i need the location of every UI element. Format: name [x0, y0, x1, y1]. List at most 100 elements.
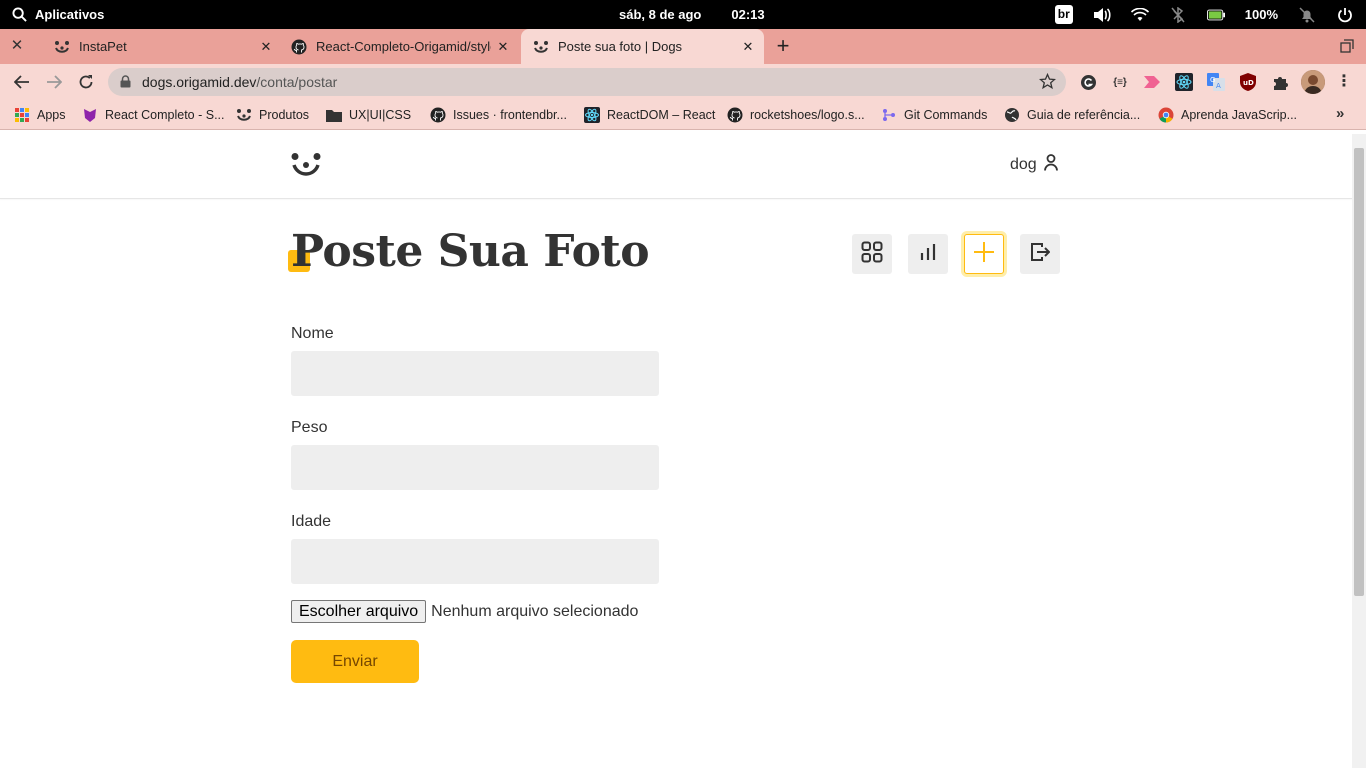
- svg-text:A: A: [1216, 82, 1221, 90]
- dog-favicon-icon: [54, 39, 70, 55]
- scrollbar-thumb[interactable]: [1354, 148, 1364, 596]
- search-icon: [10, 6, 28, 24]
- clock-time: 02:13: [731, 7, 765, 22]
- new-tab-plus-icon[interactable]: +: [773, 35, 793, 57]
- bookmark-label: ReactDOM – React: [607, 108, 716, 122]
- browser-menu-icon[interactable]: ⋮: [1335, 73, 1353, 91]
- battery-percent: 100%: [1244, 7, 1278, 22]
- web-viewport: dog Poste Sua Foto Nome Peso Idade Escol…: [0, 134, 1352, 768]
- logout-button[interactable]: [1020, 234, 1060, 274]
- tab-close-icon[interactable]: ✕: [258, 39, 274, 55]
- close-window-icon[interactable]: ✕: [9, 38, 25, 54]
- extension-json-icon[interactable]: {≡}: [1111, 73, 1129, 91]
- activities-button[interactable]: Aplicativos: [10, 0, 104, 29]
- system-top-bar: Aplicativos sáb, 8 de ago 02:13 br 100%: [0, 0, 1366, 29]
- bookmark-produtos[interactable]: Produtos: [236, 106, 309, 124]
- bookmark-label: Issues · frontendbr...: [453, 108, 567, 122]
- apps-grid-icon: [14, 107, 30, 123]
- choose-file-button[interactable]: Escolher arquivo: [291, 600, 427, 623]
- tab-close-icon[interactable]: ✕: [740, 39, 756, 55]
- extension-grammarly-icon[interactable]: [1079, 73, 1097, 91]
- user-account-link[interactable]: dog: [1010, 154, 1058, 176]
- bookmark-star-icon[interactable]: [1038, 72, 1057, 95]
- name-input[interactable]: [291, 351, 659, 396]
- url-host: dogs.origamid.dev: [142, 74, 257, 90]
- back-arrow-icon[interactable]: [10, 70, 34, 94]
- extension-react-devtools-icon[interactable]: [1175, 73, 1193, 91]
- bookmarks-overflow-chevron-icon[interactable]: »: [1336, 105, 1344, 122]
- folder-icon: [326, 107, 342, 123]
- apps-label: Aplicativos: [35, 7, 105, 22]
- bookmark-label: Aprenda JavaScrip...: [1181, 108, 1298, 122]
- extensions-puzzle-icon[interactable]: [1271, 73, 1289, 91]
- bookmark-reactdom[interactable]: ReactDOM – React: [584, 106, 715, 124]
- user-name: dog: [1010, 156, 1037, 173]
- bookmark-label: Apps: [37, 108, 66, 122]
- grid-feed-icon: [861, 241, 883, 268]
- bookmark-guia-referencia[interactable]: Guia de referência...: [1004, 106, 1140, 124]
- power-icon[interactable]: [1336, 6, 1354, 24]
- extension-play-icon[interactable]: [1143, 73, 1161, 91]
- clock[interactable]: sáb, 8 de ago 02:13: [619, 0, 765, 29]
- bookmark-folder-ux-ui-css[interactable]: UX|UI|CSS: [326, 106, 411, 124]
- globe-icon: [1004, 107, 1020, 123]
- tab-instapet[interactable]: InstaPet ✕: [46, 29, 282, 64]
- profile-avatar[interactable]: [1301, 70, 1325, 94]
- reload-icon[interactable]: [74, 70, 98, 94]
- bluetooth-off-icon[interactable]: [1169, 6, 1187, 24]
- react-icon: [584, 107, 600, 123]
- dogs-logo-icon[interactable]: [291, 152, 321, 176]
- weight-input[interactable]: [291, 445, 659, 490]
- bookmark-label: React Completo - S...: [105, 108, 225, 122]
- browser-toolbar: dogs.origamid.dev/conta/postar {≡} GA uD…: [0, 64, 1366, 100]
- address-bar[interactable]: dogs.origamid.dev/conta/postar: [108, 68, 1066, 96]
- bookmark-react-completo[interactable]: React Completo - S...: [82, 106, 225, 124]
- github-icon: [430, 107, 446, 123]
- bookmark-git-commands[interactable]: Git Commands: [881, 106, 987, 124]
- post-photo-form: Nome Peso Idade Escolher arquivo Nenhum …: [291, 324, 660, 683]
- chrome-icon: [1158, 107, 1174, 123]
- age-input[interactable]: [291, 539, 659, 584]
- lock-icon[interactable]: [120, 75, 131, 93]
- file-input: Escolher arquivo Nenhum arquivo selecion…: [291, 600, 660, 623]
- keyboard-layout-indicator[interactable]: br: [1054, 5, 1073, 24]
- site-header: dog: [0, 134, 1352, 199]
- svg-text:G: G: [1210, 76, 1215, 84]
- github-icon: [291, 39, 307, 55]
- user-icon: [1043, 154, 1058, 176]
- stats-button[interactable]: [908, 234, 948, 274]
- forward-arrow-icon[interactable]: [42, 70, 66, 94]
- weight-label: Peso: [291, 419, 328, 436]
- bookmark-label: rocketshoes/logo.s...: [750, 108, 865, 122]
- tab-close-icon[interactable]: ✕: [495, 39, 511, 55]
- origamid-icon: [82, 107, 98, 123]
- file-status-text: Nenhum arquivo selecionado: [431, 602, 639, 620]
- bookmark-apps[interactable]: Apps: [14, 106, 66, 124]
- bookmark-issues-frontendbr[interactable]: Issues · frontendbr...: [430, 106, 567, 124]
- tab-poste-sua-foto[interactable]: Poste sua foto | Dogs ✕: [521, 29, 764, 64]
- volume-icon[interactable]: [1093, 6, 1111, 24]
- post-photo-button[interactable]: [964, 234, 1004, 274]
- plus-icon: [973, 241, 995, 268]
- tab-github-react-completo[interactable]: React-Completo-Origamid/style ✕: [283, 29, 519, 64]
- wifi-icon[interactable]: [1130, 6, 1149, 24]
- github-icon: [727, 107, 743, 123]
- notifications-off-icon[interactable]: [1298, 6, 1316, 24]
- clock-date: sáb, 8 de ago: [619, 7, 702, 22]
- page-scrollbar[interactable]: [1352, 134, 1366, 768]
- bookmark-aprenda-javascript[interactable]: Aprenda JavaScrip...: [1158, 106, 1297, 124]
- my-photos-button[interactable]: [852, 234, 892, 274]
- bookmark-rocketshoes[interactable]: rocketshoes/logo.s...: [727, 106, 865, 124]
- git-icon: [881, 107, 897, 123]
- url-path: /conta/postar: [256, 74, 338, 90]
- page-title: Poste Sua Foto: [291, 226, 650, 277]
- submit-button[interactable]: Enviar: [291, 640, 419, 683]
- bookmark-label: Produtos: [259, 108, 310, 122]
- extension-translate-icon[interactable]: GA: [1207, 73, 1225, 91]
- extension-ublock-icon[interactable]: uD: [1239, 73, 1257, 91]
- age-label: Idade: [291, 513, 332, 530]
- battery-icon[interactable]: [1206, 6, 1225, 24]
- bookmark-label: Git Commands: [904, 108, 988, 122]
- tab-search-icon[interactable]: [1340, 39, 1354, 53]
- tab-title: React-Completo-Origamid/style: [316, 39, 491, 54]
